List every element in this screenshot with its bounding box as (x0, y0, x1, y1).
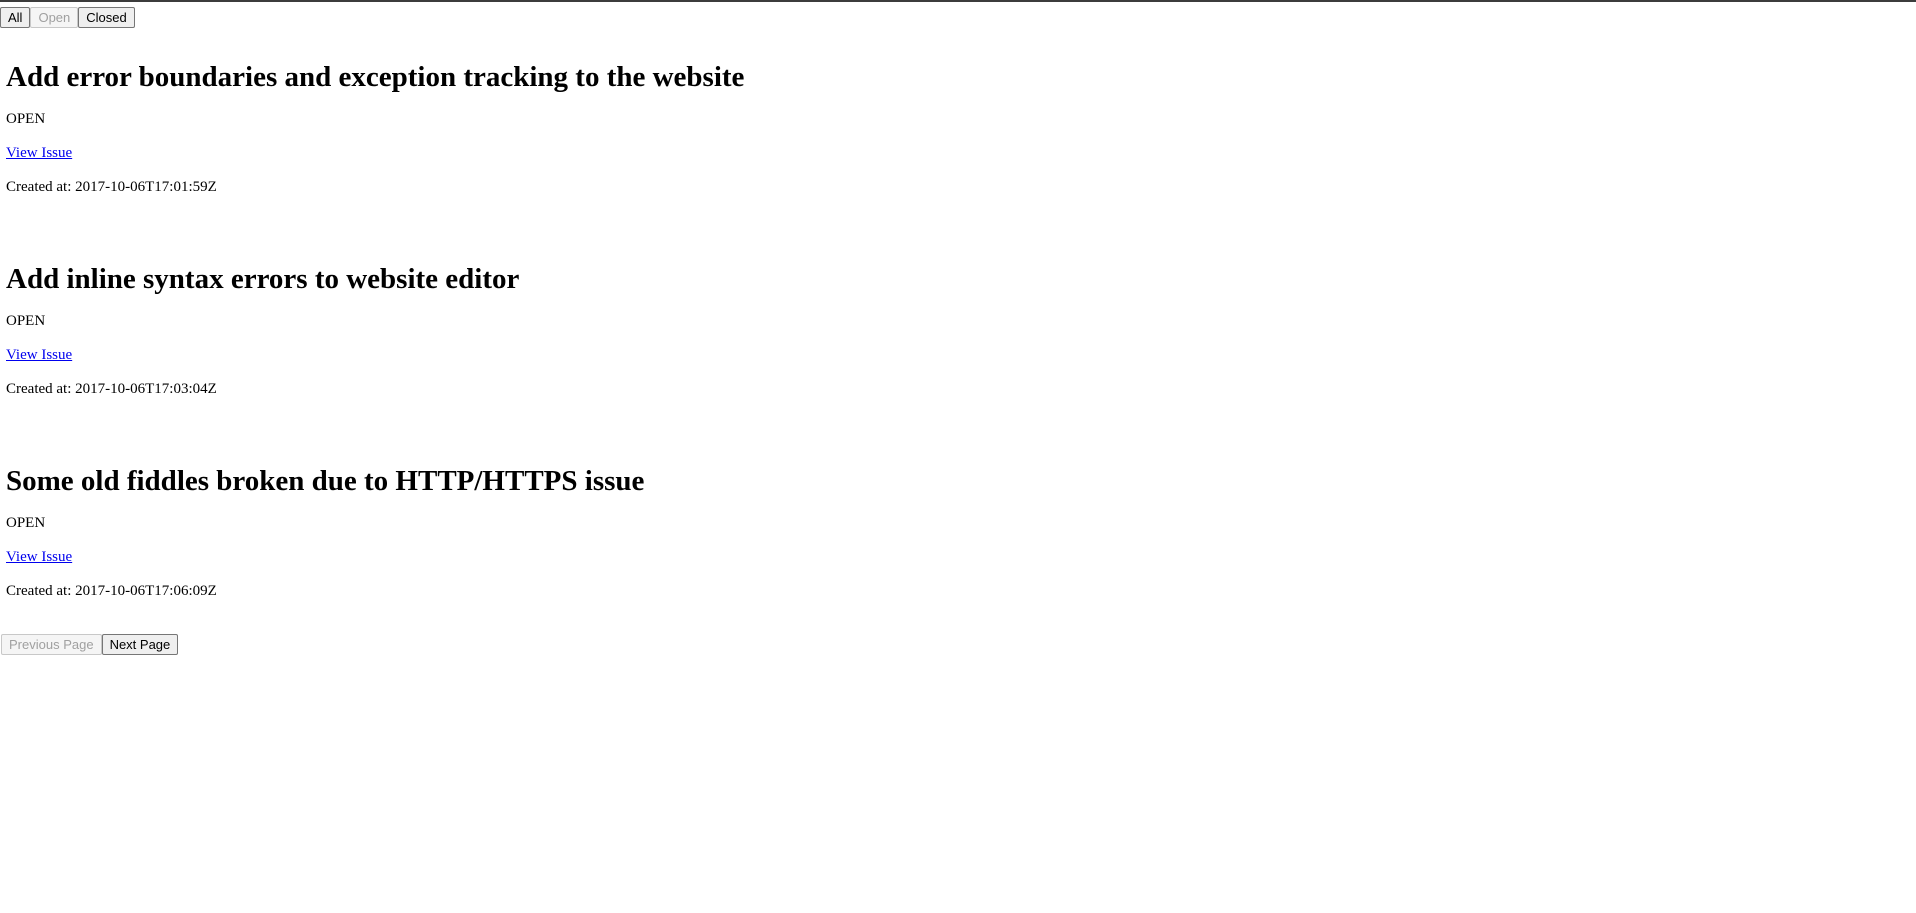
issue-title: Add inline syntax errors to website edit… (6, 263, 520, 295)
next-page-button[interactable]: Next Page (101, 634, 179, 655)
issue-item: Add error boundaries and exception track… (6, 61, 745, 196)
pagination: Previous Page Next Page (1, 634, 179, 655)
filter-bar: All Open Closed (0, 7, 135, 28)
view-issue-link[interactable]: View Issue (6, 347, 72, 364)
issue-title: Some old fiddles broken due to HTTP/HTTP… (6, 465, 645, 497)
issue-state: OPEN (6, 313, 46, 329)
view-issue-link[interactable]: View Issue (6, 549, 72, 566)
previous-page-button[interactable]: Previous Page (1, 634, 102, 655)
issue-title: Add error boundaries and exception track… (6, 61, 745, 93)
issue-item: Some old fiddles broken due to HTTP/HTTP… (6, 465, 645, 600)
issue-created-at: Created at: 2017-10-06T17:03:04Z (6, 381, 217, 397)
issue-created-at: Created at: 2017-10-06T17:06:09Z (6, 583, 217, 599)
issue-state: OPEN (6, 111, 46, 127)
view-issue-link[interactable]: View Issue (6, 145, 72, 162)
filter-open-button[interactable]: Open (30, 7, 79, 28)
top-border (0, 0, 1916, 2)
issue-item: Add inline syntax errors to website edit… (6, 263, 520, 398)
filter-closed-button[interactable]: Closed (78, 7, 135, 28)
issue-created-at: Created at: 2017-10-06T17:01:59Z (6, 179, 217, 195)
filter-all-button[interactable]: All (0, 7, 31, 28)
issue-state: OPEN (6, 515, 46, 531)
